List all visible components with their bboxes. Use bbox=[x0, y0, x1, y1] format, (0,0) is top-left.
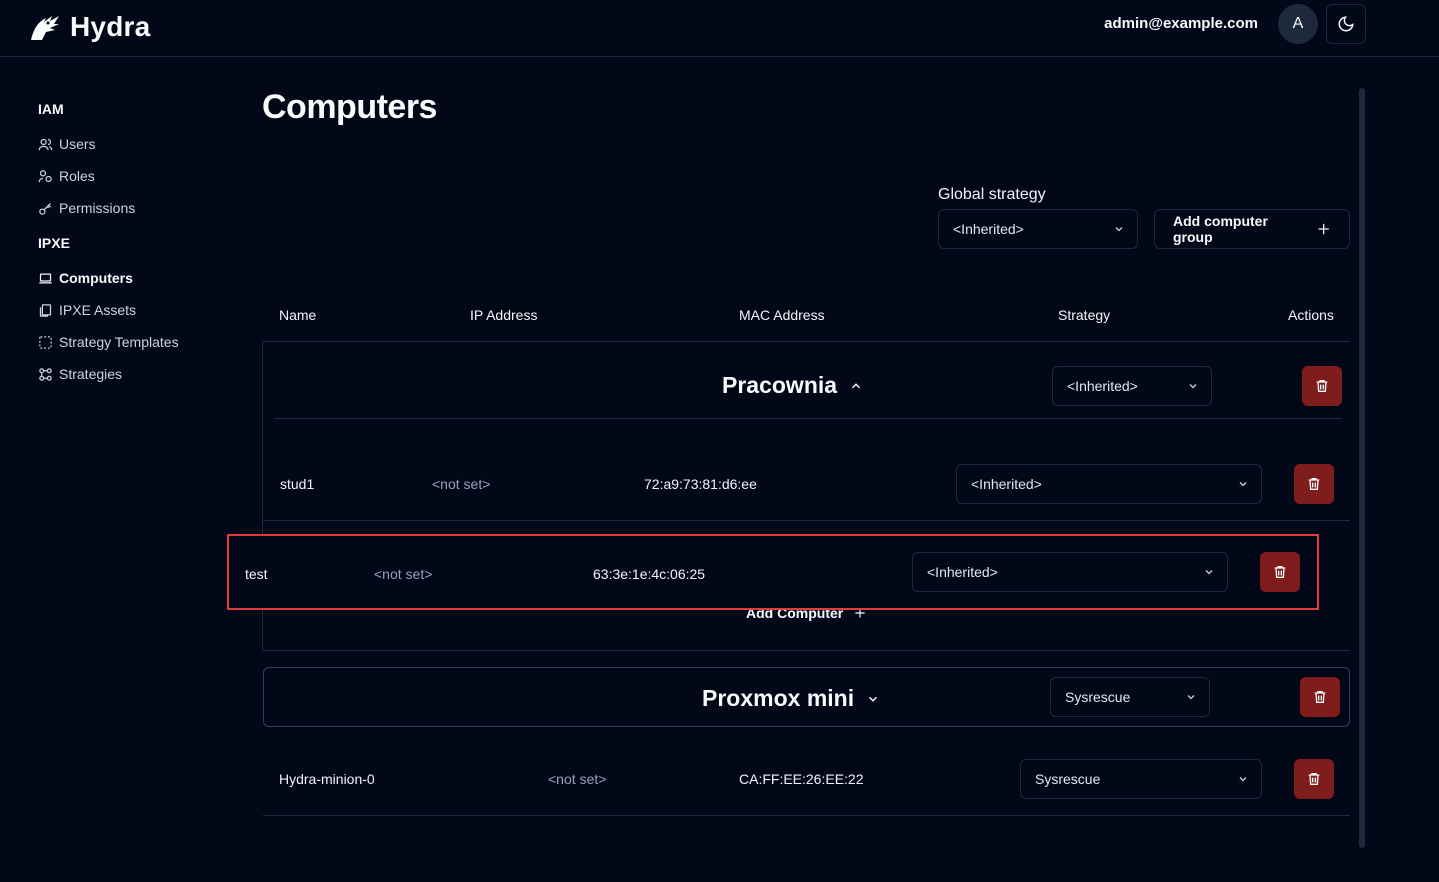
roles-icon bbox=[38, 169, 52, 182]
select-value: <Inherited> bbox=[1067, 378, 1138, 394]
sidebar-item-label: Roles bbox=[59, 168, 95, 184]
computer-strategy-select[interactable]: Sysrescue bbox=[1020, 759, 1262, 799]
global-strategy-select[interactable]: <Inherited> bbox=[938, 209, 1138, 249]
sidebar-item-label: Computers bbox=[59, 270, 133, 286]
sidebar-item-strategies[interactable]: Strategies bbox=[38, 358, 238, 390]
sidebar-section-iam: IAM bbox=[38, 101, 64, 117]
computer-ip: <not set> bbox=[374, 566, 433, 582]
computer-name: Hydra-minion-0 bbox=[279, 771, 375, 787]
sidebar-item-label: Strategy Templates bbox=[59, 334, 179, 350]
global-strategy-label: Global strategy bbox=[938, 186, 1046, 203]
computer-strategy-select[interactable]: <Inherited> bbox=[956, 464, 1262, 504]
sidebar-item-label: Permissions bbox=[59, 200, 136, 216]
column-header-name: Name bbox=[279, 307, 317, 323]
chevron-down-icon bbox=[1187, 695, 1195, 700]
select-value: Sysrescue bbox=[1035, 771, 1101, 787]
files-icon bbox=[39, 303, 52, 317]
add-computer-group-button[interactable]: Add computer group bbox=[1154, 209, 1350, 249]
theme-toggle-button[interactable] bbox=[1326, 4, 1366, 44]
group-toggle-pracownia[interactable]: Pracownia bbox=[722, 372, 863, 399]
chevron-down-icon bbox=[869, 696, 878, 702]
sidebar-item-ipxe-assets[interactable]: IPXE Assets bbox=[38, 294, 238, 326]
chevron-down-icon bbox=[1205, 570, 1213, 575]
button-label: Add computer group bbox=[1173, 213, 1268, 245]
sidebar-item-label: Strategies bbox=[59, 366, 123, 382]
column-header-ip: IP Address bbox=[470, 307, 538, 323]
group-strategy-select[interactable]: Sysrescue bbox=[1050, 677, 1210, 717]
workflow-icon bbox=[39, 367, 52, 381]
computer-name: test bbox=[245, 566, 268, 582]
sidebar-item-computers[interactable]: Computers bbox=[38, 262, 238, 294]
dragged-computer-row[interactable]: test <not set> 63:3e:1e:4c:06:25 <Inheri… bbox=[227, 534, 1319, 610]
group-name: Proxmox mini bbox=[702, 685, 855, 711]
computer-ip: <not set> bbox=[548, 771, 607, 787]
trash-icon bbox=[1274, 566, 1286, 578]
sidebar-item-strategy-templates[interactable]: Strategy Templates bbox=[38, 326, 238, 358]
avatar[interactable]: A bbox=[1278, 4, 1318, 44]
group-divider bbox=[274, 418, 1342, 419]
page-title: Computers bbox=[262, 88, 437, 126]
column-header-actions: Actions bbox=[1288, 307, 1334, 323]
delete-computer-button[interactable] bbox=[1260, 552, 1300, 592]
scrollbar[interactable] bbox=[1359, 88, 1365, 848]
chevron-up-icon bbox=[852, 382, 861, 388]
key-icon bbox=[39, 202, 51, 215]
chevron-down-icon bbox=[1189, 384, 1197, 389]
hydra-logo-icon bbox=[31, 16, 59, 40]
laptop-icon bbox=[39, 273, 52, 283]
computer-mac: 63:3e:1e:4c:06:25 bbox=[593, 566, 706, 582]
sidebar-item-label: IPXE Assets bbox=[59, 302, 137, 318]
trash-icon bbox=[1308, 773, 1320, 785]
trash-icon bbox=[1308, 478, 1320, 490]
sidebar: IAM Users Roles Permissions IPXE Compute… bbox=[38, 90, 238, 390]
users-icon bbox=[38, 138, 53, 150]
sidebar-item-users[interactable]: Users bbox=[38, 128, 238, 160]
chevron-down-icon bbox=[1115, 227, 1123, 232]
delete-group-button[interactable] bbox=[1300, 677, 1340, 717]
top-bar: Hydra admin@example.com A bbox=[0, 0, 1439, 57]
dashed-square-icon bbox=[39, 335, 52, 349]
chevron-down-icon bbox=[1239, 777, 1247, 782]
sidebar-item-label: Users bbox=[59, 136, 96, 152]
row-divider bbox=[263, 815, 1350, 816]
moon-icon bbox=[1338, 16, 1354, 32]
sidebar-item-roles[interactable]: Roles bbox=[38, 160, 238, 192]
select-value: <Inherited> bbox=[927, 564, 998, 580]
select-value: Sysrescue bbox=[1065, 689, 1131, 705]
user-email: admin@example.com bbox=[1104, 15, 1258, 32]
select-value: <Inherited> bbox=[953, 221, 1024, 237]
computer-strategy-select[interactable]: <Inherited> bbox=[912, 552, 1228, 592]
computer-mac: 72:a9:73:81:d6:ee bbox=[644, 476, 757, 492]
plus-icon bbox=[1318, 223, 1329, 235]
computer-mac: CA:FF:EE:26:EE:22 bbox=[739, 771, 864, 787]
brand-name: Hydra bbox=[70, 11, 151, 42]
group-toggle-proxmox-mini[interactable]: Proxmox mini bbox=[702, 685, 880, 712]
column-header-mac: MAC Address bbox=[739, 307, 825, 323]
trash-icon bbox=[1316, 380, 1328, 392]
delete-computer-button[interactable] bbox=[1294, 464, 1334, 504]
row-divider bbox=[263, 520, 1350, 521]
sidebar-item-permissions[interactable]: Permissions bbox=[38, 192, 238, 224]
sidebar-section-ipxe: IPXE bbox=[38, 235, 70, 251]
group-name: Pracownia bbox=[722, 372, 838, 398]
computer-name: stud1 bbox=[280, 476, 315, 492]
computer-ip: <not set> bbox=[432, 476, 491, 492]
select-value: <Inherited> bbox=[971, 476, 1042, 492]
chevron-down-icon bbox=[1239, 482, 1247, 487]
trash-icon bbox=[1314, 691, 1326, 703]
brand[interactable]: Hydra bbox=[28, 8, 150, 46]
avatar-initial: A bbox=[1292, 15, 1304, 32]
column-header-strategy: Strategy bbox=[1058, 307, 1111, 323]
delete-computer-button[interactable] bbox=[1294, 759, 1334, 799]
group-strategy-select[interactable]: <Inherited> bbox=[1052, 366, 1212, 406]
delete-group-button[interactable] bbox=[1302, 366, 1342, 406]
